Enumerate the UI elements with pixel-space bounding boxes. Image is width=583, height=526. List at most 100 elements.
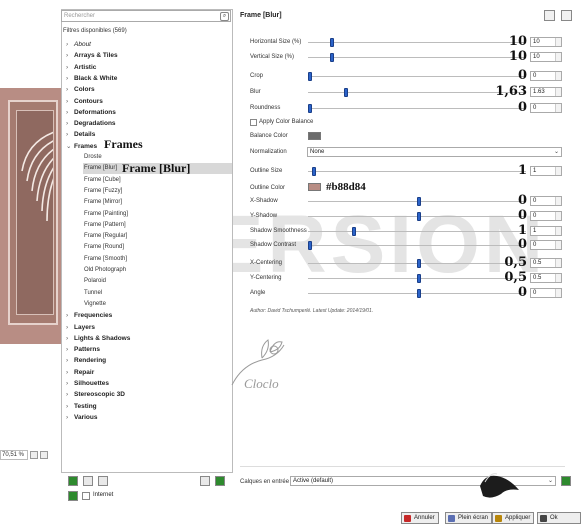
category-label: Rendering bbox=[74, 357, 107, 365]
outline-color-swatch[interactable] bbox=[308, 183, 321, 191]
filter-item[interactable]: Frame [Cube] bbox=[84, 175, 121, 186]
param-spinbox[interactable]: 10 bbox=[530, 37, 562, 47]
settings-icon[interactable] bbox=[561, 10, 572, 21]
cloclo-logo: Cloclo bbox=[231, 339, 285, 391]
category-item[interactable]: › Various bbox=[66, 412, 97, 423]
zoom-out-button[interactable] bbox=[30, 451, 38, 459]
filter-item[interactable]: Frame [Smooth] bbox=[84, 254, 127, 265]
zoom-in-button[interactable] bbox=[40, 451, 48, 459]
param-label: Crop bbox=[250, 73, 264, 79]
category-item[interactable]: › Lights & Shadows bbox=[66, 333, 130, 344]
category-item[interactable]: › Contours bbox=[66, 96, 103, 107]
category-item[interactable]: › Black & White bbox=[66, 73, 117, 84]
apply-button[interactable]: Appliquer bbox=[492, 512, 535, 524]
filter-item[interactable]: Frame [Regular] bbox=[84, 231, 127, 242]
preview-image[interactable] bbox=[0, 88, 62, 344]
filter-item[interactable]: Frame [Mirror] bbox=[84, 197, 122, 208]
expand-icon[interactable] bbox=[215, 476, 225, 486]
filter-item[interactable]: Frame [Fuzzy] bbox=[84, 186, 122, 197]
search-icon[interactable]: ⌕ bbox=[220, 12, 229, 21]
category-item[interactable]: ⌄ Frames bbox=[66, 141, 97, 152]
category-label: Contours bbox=[74, 97, 103, 105]
param-spinbox[interactable]: 0 bbox=[530, 103, 562, 113]
param-spinbox[interactable]: 10 bbox=[530, 52, 562, 62]
internet-checkbox[interactable] bbox=[82, 492, 90, 500]
param-slider-handle[interactable] bbox=[351, 227, 356, 236]
category-item[interactable]: › Colors bbox=[66, 84, 95, 95]
param-spinbox[interactable]: 0 bbox=[530, 71, 562, 81]
ok-label: Ok bbox=[550, 515, 558, 521]
category-label: About bbox=[74, 41, 91, 48]
param-slider-handle[interactable] bbox=[329, 53, 334, 62]
filter-item[interactable]: Tunnel bbox=[84, 288, 102, 299]
category-item[interactable]: › Artistic bbox=[66, 62, 96, 73]
refresh-layers-icon[interactable] bbox=[561, 476, 571, 486]
filter-item[interactable]: Old Photograph bbox=[84, 265, 126, 276]
normalization-select[interactable]: None ⌄ bbox=[307, 147, 562, 157]
filter-item[interactable]: Frame [Painting] bbox=[84, 209, 128, 220]
category-item[interactable]: › Deformations bbox=[66, 107, 116, 118]
category-item[interactable]: › Details bbox=[66, 129, 95, 140]
param-slider-handle[interactable] bbox=[312, 167, 317, 176]
param-slider-handle[interactable] bbox=[417, 259, 421, 268]
param-big-value: 0 bbox=[517, 100, 527, 115]
category-item[interactable]: › Frequencies bbox=[66, 310, 112, 321]
param-spinbox[interactable]: 1 bbox=[530, 226, 562, 236]
param-label: X-Centering bbox=[250, 260, 283, 266]
layers-label: Calques en entrée bbox=[240, 479, 290, 485]
category-label: Artistic bbox=[74, 63, 97, 71]
category-item[interactable]: › Testing bbox=[66, 401, 97, 412]
remove-fave-button[interactable] bbox=[98, 476, 108, 486]
filter-item[interactable]: Frame [Round] bbox=[84, 242, 124, 253]
about-icon[interactable] bbox=[544, 10, 555, 21]
category-item[interactable]: › Patterns bbox=[66, 344, 100, 355]
param-spinbox[interactable]: 1 bbox=[530, 166, 562, 176]
category-item[interactable]: › Stereoscopic 3D bbox=[66, 389, 125, 400]
balance-color-swatch[interactable] bbox=[308, 132, 321, 140]
category-item[interactable]: › Layers bbox=[66, 322, 95, 333]
cancel-button[interactable]: Annuler bbox=[401, 512, 439, 524]
param-label: Vertical Size (%) bbox=[250, 54, 295, 60]
apply-color-balance-checkbox[interactable] bbox=[250, 119, 257, 126]
param-slider-handle[interactable] bbox=[417, 274, 421, 283]
filter-item[interactable]: Droste bbox=[84, 152, 102, 163]
param-slider-handle[interactable] bbox=[417, 212, 421, 221]
param-spinbox[interactable]: 0.5 bbox=[530, 273, 562, 283]
refresh-icon[interactable] bbox=[68, 491, 78, 501]
filter-item[interactable]: Vignette bbox=[84, 299, 106, 310]
param-spinbox[interactable]: 0 bbox=[530, 288, 562, 298]
category-item[interactable]: › About bbox=[66, 39, 91, 50]
category-label: Various bbox=[74, 413, 98, 421]
rename-fave-button[interactable] bbox=[83, 476, 93, 486]
category-item[interactable]: › Arrays & Tiles bbox=[66, 50, 118, 61]
param-slider-handle[interactable] bbox=[417, 289, 421, 298]
chevron-right-icon: › bbox=[66, 357, 69, 365]
param-spinbox[interactable]: 0 bbox=[530, 211, 562, 221]
param-slider-handle[interactable] bbox=[329, 38, 334, 47]
param-slider-handle[interactable] bbox=[343, 88, 348, 97]
param-slider-handle[interactable] bbox=[308, 241, 312, 250]
category-label: Layers bbox=[74, 323, 95, 331]
param-spinbox[interactable]: 0 bbox=[530, 196, 562, 206]
param-slider-handle[interactable] bbox=[308, 72, 312, 81]
param-label: X-Shadow bbox=[250, 198, 278, 204]
category-item[interactable]: › Silhouettes bbox=[66, 378, 109, 389]
filter-item[interactable]: Polaroid bbox=[84, 276, 106, 287]
collapse-icon[interactable] bbox=[200, 476, 210, 486]
category-label: Repair bbox=[74, 368, 95, 376]
param-spinbox[interactable]: 0 bbox=[530, 240, 562, 250]
category-item[interactable]: › Repair bbox=[66, 367, 94, 378]
param-slider-handle[interactable] bbox=[308, 104, 312, 113]
param-spinbox[interactable]: 1.63 bbox=[530, 87, 562, 97]
param-slider-handle[interactable] bbox=[417, 197, 421, 206]
category-item[interactable]: › Rendering bbox=[66, 355, 106, 366]
category-item[interactable]: › Degradations bbox=[66, 118, 116, 129]
fullscreen-button[interactable]: Plein écran bbox=[445, 512, 493, 524]
filter-item[interactable]: Frame [Pattern] bbox=[84, 220, 126, 231]
add-fave-button[interactable] bbox=[68, 476, 78, 486]
param-spinbox[interactable]: 0.5 bbox=[530, 258, 562, 268]
ok-button[interactable]: Ok bbox=[537, 512, 581, 524]
search-input[interactable]: Rechercher bbox=[61, 10, 231, 22]
zoom-value[interactable]: 70,51 % bbox=[0, 450, 28, 460]
outline-color-label: Outline Color bbox=[250, 185, 286, 191]
